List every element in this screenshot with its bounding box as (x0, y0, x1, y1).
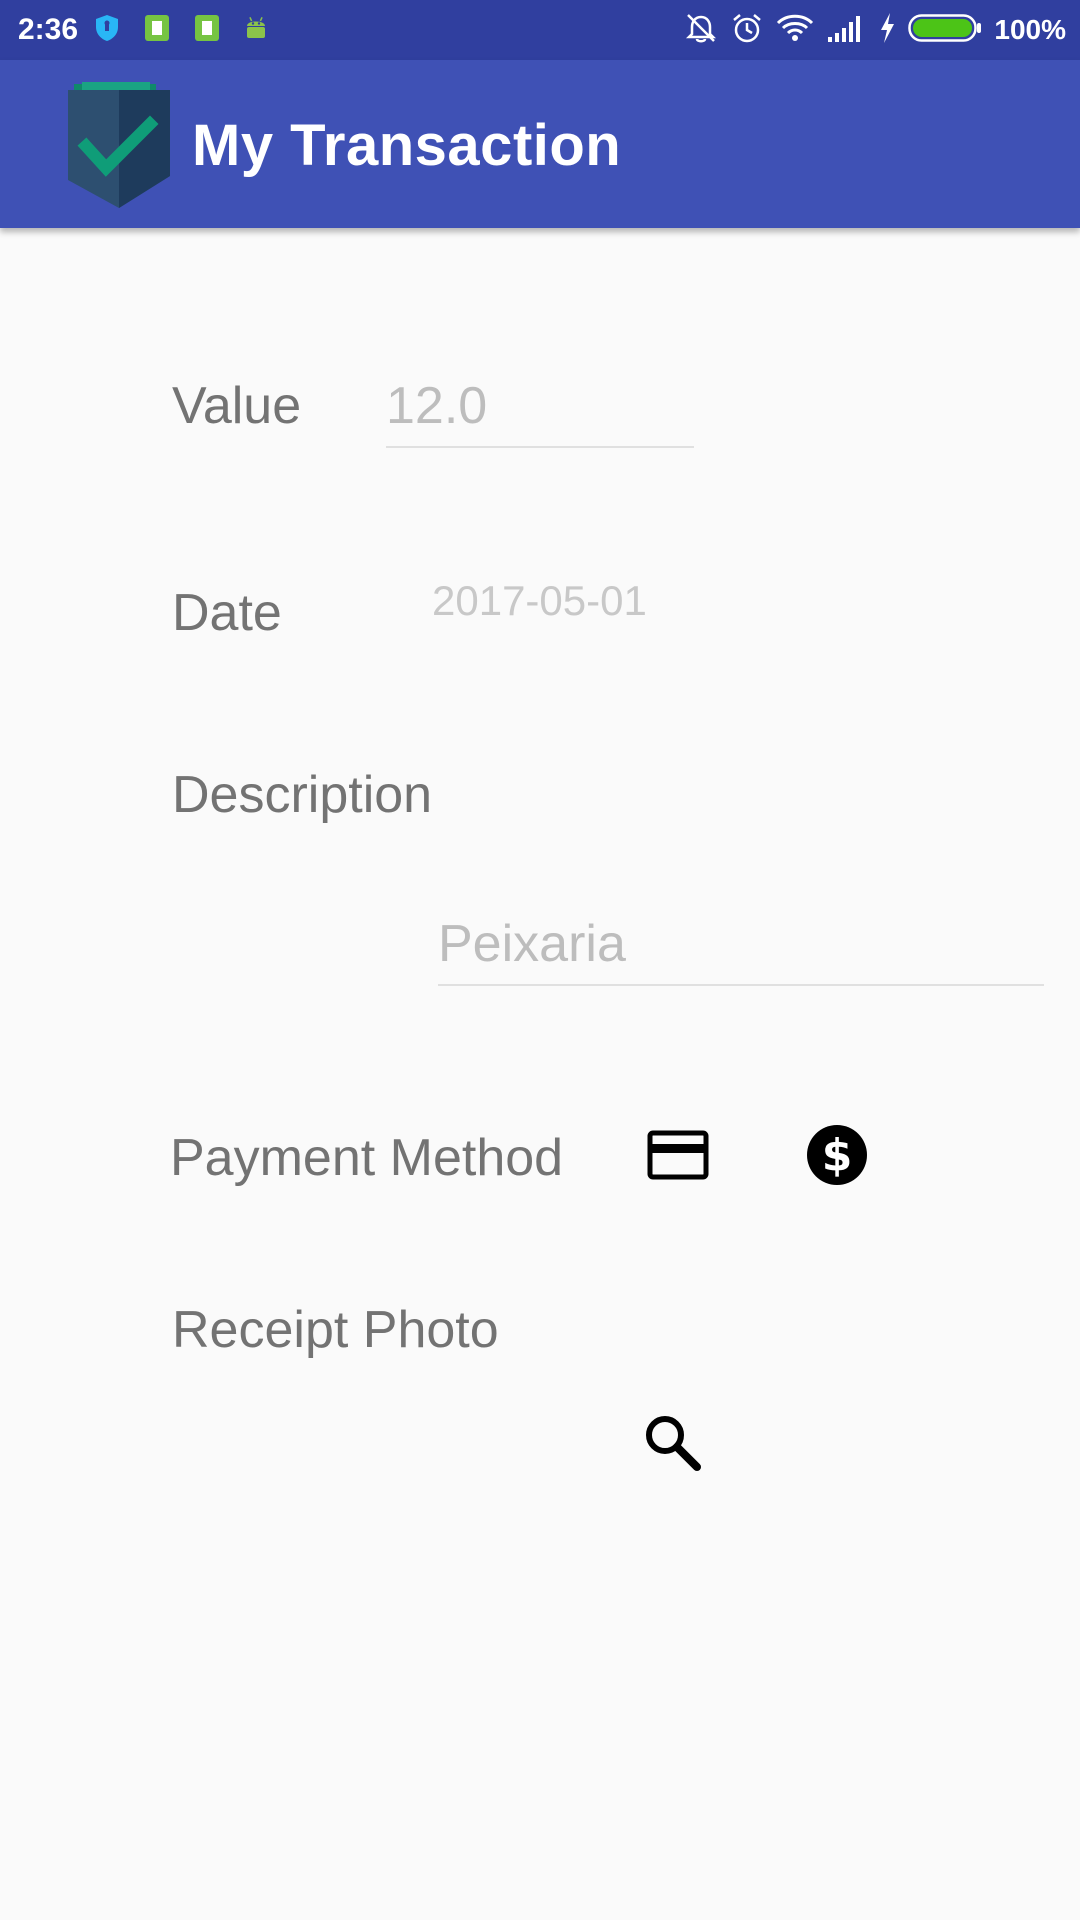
credit-card-icon (647, 1130, 709, 1185)
wifi-icon (776, 12, 814, 49)
notification-icons (94, 14, 268, 46)
system-icons: 100% (684, 10, 1066, 50)
date-label: Date (172, 584, 282, 642)
svg-text:$: $ (822, 1130, 853, 1181)
payment-method-label: Payment Method (170, 1129, 564, 1187)
credit-card-button[interactable] (640, 1124, 716, 1190)
alarm-off-icon (684, 11, 718, 50)
battery-percent: 100% (994, 14, 1066, 45)
sim-card-icon (194, 14, 220, 47)
status-time: 2:36 (18, 13, 79, 46)
dollar-icon: $ (806, 1124, 868, 1191)
status-bar: 2:36 100% (0, 0, 1080, 60)
receipt-photo-label: Receipt Photo (172, 1301, 499, 1359)
cash-button[interactable]: $ (800, 1124, 874, 1190)
value-hint: 12.0 (386, 377, 488, 435)
date-picker[interactable]: 2017-05-01 (432, 576, 647, 626)
battery-icon (908, 13, 982, 48)
description-hint: Peixaria (438, 915, 626, 973)
sim-card-icon (144, 14, 170, 47)
description-input[interactable]: Peixaria (438, 912, 1044, 986)
signal-icon (826, 13, 866, 48)
shield-icon (94, 14, 120, 47)
description-label: Description (172, 766, 433, 824)
app-bar: My Transaction (0, 60, 1080, 228)
value-input[interactable]: 12.0 (386, 372, 694, 448)
charging-icon (878, 12, 896, 49)
android-icon (244, 14, 268, 47)
app-title: My Transaction (192, 113, 622, 178)
search-icon (643, 1413, 701, 1476)
receipt-photo-button[interactable] (636, 1412, 708, 1476)
value-label: Value (172, 377, 302, 435)
alarm-clock-icon (730, 11, 764, 50)
shield-check-icon (64, 80, 174, 208)
